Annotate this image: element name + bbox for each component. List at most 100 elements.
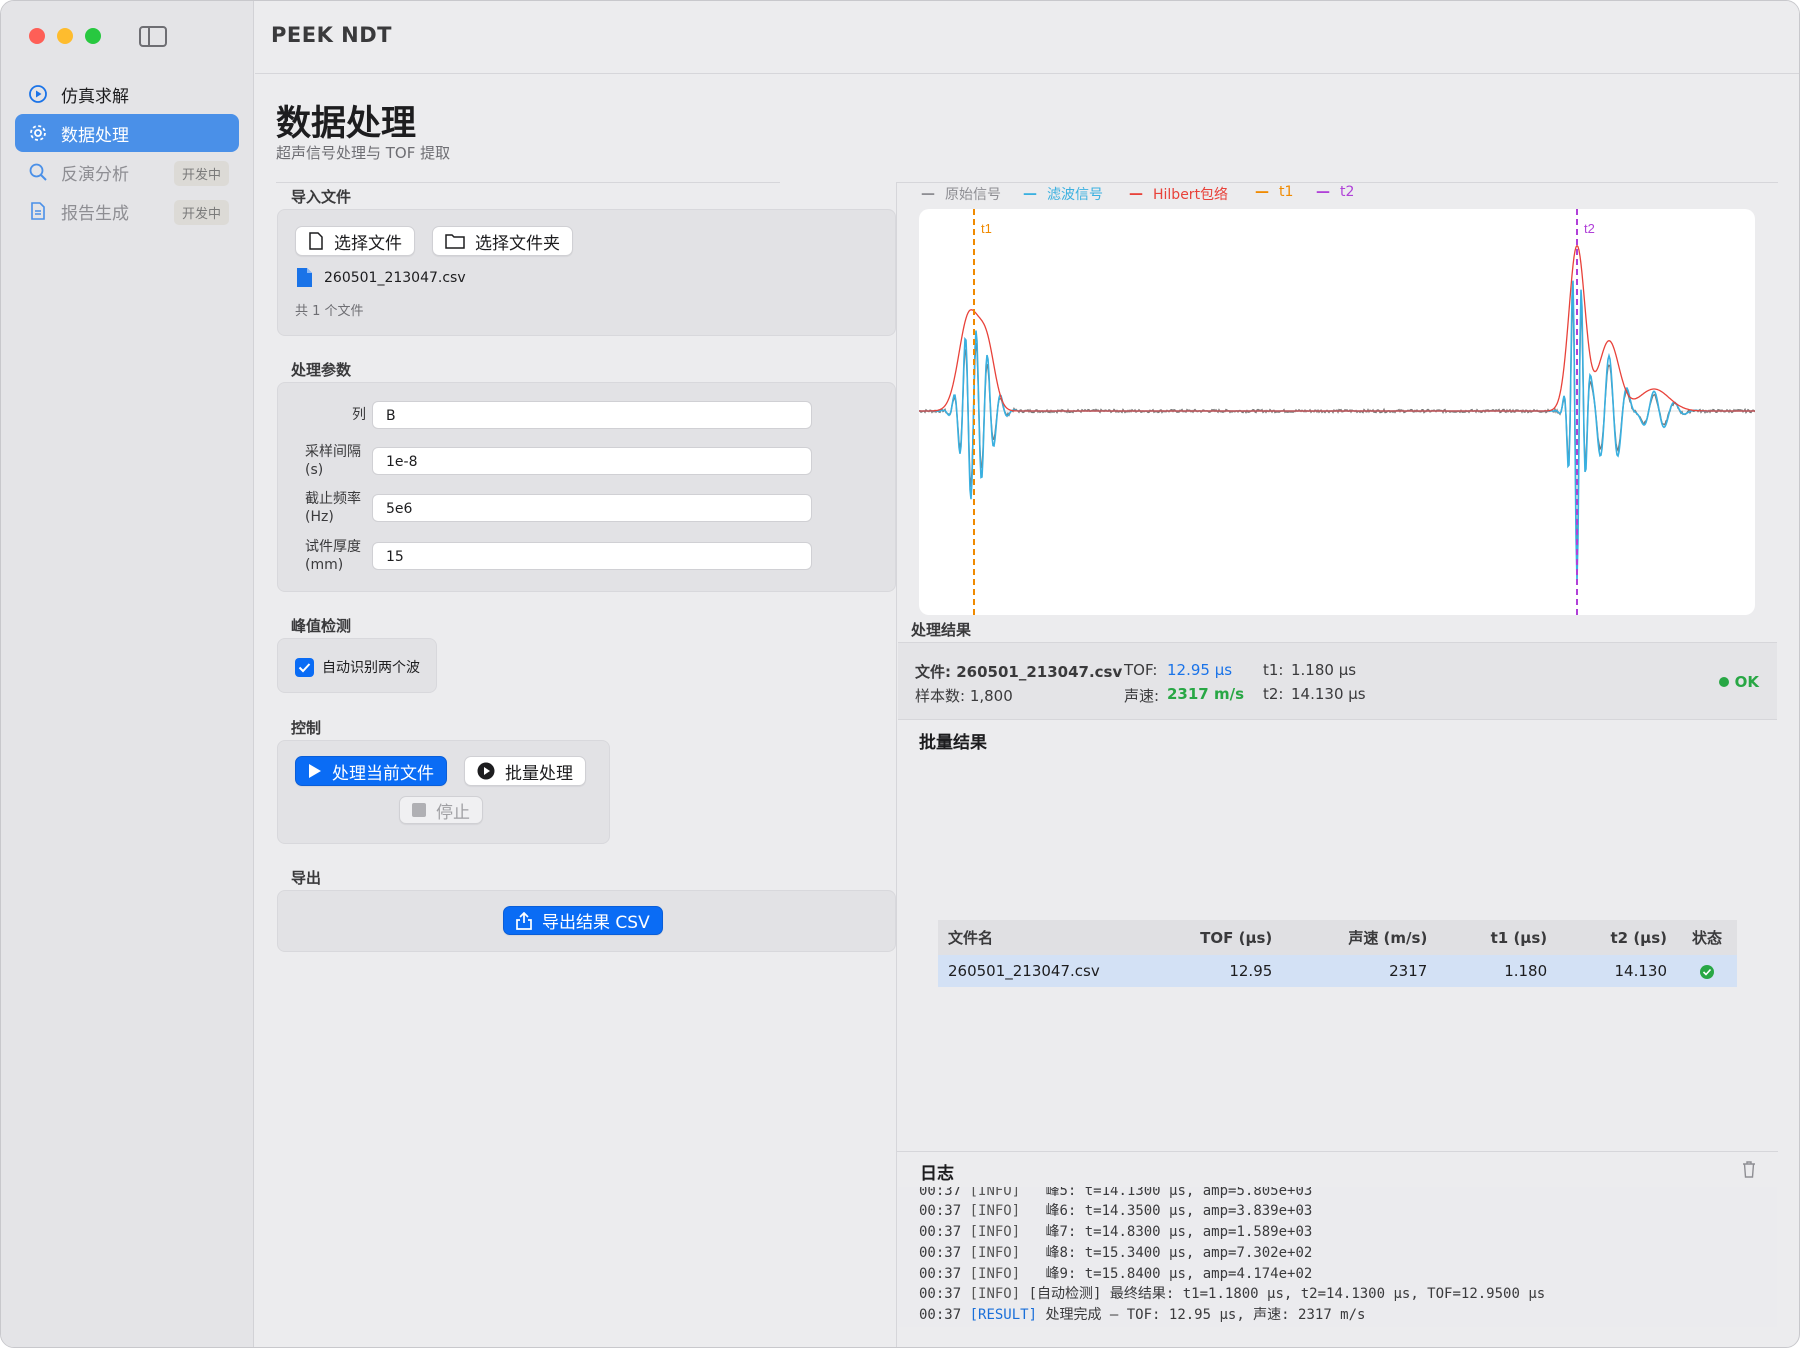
status-badge: 开发中	[173, 161, 229, 186]
gear-icon	[27, 122, 49, 144]
file-list-item[interactable]: 260501_213047.csv	[297, 268, 466, 287]
choose-folder-button[interactable]: 选择文件夹	[432, 226, 573, 256]
log-line: 00:37 [RESULT] 处理完成 — TOF: 12.95 µs, 声速:…	[919, 1307, 1366, 1323]
param-label: 截止频率 (Hz)	[305, 491, 361, 525]
process-current-button[interactable]: 处理当前文件	[295, 756, 447, 786]
choose-file-label: 选择文件	[334, 233, 402, 254]
log-line: 00:37 [INFO] 峰8: t=15.3400 µs, amp=7.302…	[919, 1245, 1313, 1261]
hilbert-envelope-line	[919, 244, 1755, 412]
play-circle-icon	[27, 83, 49, 105]
close-window-button[interactable]	[29, 28, 45, 44]
param-label: 试件厚度 (mm)	[305, 539, 361, 573]
column-field[interactable]: B	[372, 401, 812, 429]
sidebar-item-report[interactable]: 报告生成 开发中	[15, 192, 239, 230]
file-count: 共 1 个文件	[295, 304, 364, 319]
zoom-window-button[interactable]	[85, 28, 101, 44]
param-label: 列	[352, 407, 366, 423]
checkbox-checked-icon	[295, 657, 314, 677]
t1-value: 1.180 µs	[1291, 661, 1357, 679]
sampling-interval-field[interactable]: 1e-8	[372, 447, 812, 475]
sidebar-item-simulation[interactable]: 仿真求解	[15, 75, 239, 113]
export-csv-button[interactable]: 导出结果 CSV	[503, 906, 663, 935]
legend-label: t1	[1279, 184, 1294, 200]
legend-label: 原始信号	[945, 187, 1001, 203]
log-line: 00:37 [INFO] 峰9: t=15.8400 µs, amp=4.174…	[919, 1266, 1313, 1282]
speed-value: 2317 m/s	[1167, 685, 1245, 703]
stop-button[interactable]: 停止	[399, 796, 483, 824]
result-section-label: 处理结果	[911, 621, 972, 639]
cell-t2: 14.130	[1557, 955, 1677, 987]
sidebar-item-label: 仿真求解	[61, 86, 129, 107]
log-panel[interactable]: 00:37 [INFO] 峰5: t=14.1300 µs, amp=5.805…	[898, 1187, 1777, 1327]
column-header[interactable]: 声速 (m/s)	[1282, 920, 1438, 955]
trash-icon[interactable]	[1742, 1161, 1756, 1182]
t2-value: 14.130 µs	[1291, 685, 1366, 703]
column-header[interactable]: TOF (µs)	[1138, 920, 1283, 955]
sidebar-item-inversion[interactable]: 反演分析 开发中	[15, 153, 239, 191]
signal-chart[interactable]: t1 t2	[918, 209, 1756, 615]
sidebar-item-data-processing[interactable]: 数据处理	[15, 114, 239, 152]
batch-section-label: 批量结果	[919, 733, 987, 753]
log-section-label: 日志	[920, 1164, 954, 1184]
column-header[interactable]: t2 (µs)	[1557, 920, 1677, 955]
t1-label: t1:	[1263, 661, 1284, 679]
export-csv-label: 导出结果 CSV	[542, 913, 650, 933]
batch-results-table: 文件名 TOF (µs) 声速 (m/s) t1 (µs) t2 (µs) 状态…	[938, 920, 1737, 987]
tof-label: TOF:	[1124, 661, 1158, 679]
t2-label: t2:	[1263, 685, 1284, 703]
cell-t1: 1.180	[1437, 955, 1558, 987]
page-subtitle: 超声信号处理与 TOF 提取	[276, 144, 451, 162]
status-badge: 开发中	[173, 200, 229, 225]
file-icon	[308, 232, 324, 250]
legend-t1: — t1	[1255, 184, 1294, 200]
cell-filename: 260501_213047.csv	[938, 955, 1138, 987]
column-header[interactable]: 文件名	[938, 920, 1138, 955]
legend-raw: — 原始信号	[921, 186, 1001, 203]
batch-process-button[interactable]: 批量处理	[464, 756, 586, 786]
cutoff-frequency-field[interactable]: 5e6	[372, 494, 812, 522]
status-dot-icon	[1718, 677, 1729, 687]
auto-detect-label: 自动识别两个波	[322, 660, 420, 676]
t2-marker-label: t2	[1584, 221, 1595, 236]
play-icon	[308, 763, 322, 779]
process-current-label: 处理当前文件	[332, 763, 434, 784]
checkmark-circle-icon	[1700, 962, 1714, 980]
auto-detect-checkbox[interactable]: 自动识别两个波	[295, 657, 420, 677]
log-line: 00:37 [INFO] [自动检测] 最终结果: t1=1.1800 µs, …	[919, 1286, 1546, 1302]
legend-label: t2	[1340, 184, 1355, 200]
column-header[interactable]: 状态	[1677, 920, 1737, 955]
sidebar-item-label: 报告生成	[61, 203, 129, 224]
search-icon	[27, 161, 49, 183]
result-file: 文件: 260501_213047.csv	[915, 663, 1123, 681]
filtered-signal-line	[919, 280, 1755, 581]
control-panel: 处理当前文件 批量处理 停止	[277, 740, 610, 844]
peak-section-label: 峰值检测	[291, 617, 352, 635]
minimize-window-button[interactable]	[57, 28, 73, 44]
raw-signal-line	[918, 301, 1756, 555]
play-circle-icon	[477, 762, 495, 780]
csv-file-icon	[297, 268, 312, 287]
status-badge: OK	[1718, 673, 1759, 691]
signal-chart-svg: t1 t2	[918, 209, 1756, 615]
param-label: 采样间隔 (s)	[305, 444, 361, 478]
tof-value: 12.95 µs	[1167, 661, 1233, 679]
table-row[interactable]: 260501_213047.csv 12.95 2317 1.180 14.13…	[938, 955, 1737, 987]
sidebar-item-label: 数据处理	[61, 125, 129, 146]
choose-file-button[interactable]: 选择文件	[295, 226, 415, 256]
column-header[interactable]: t1 (µs)	[1437, 920, 1558, 955]
batch-process-label: 批量处理	[505, 763, 573, 784]
document-icon	[27, 200, 49, 222]
result-panel: 文件: 260501_213047.csv 样本数: 1,800 TOF: 12…	[898, 642, 1777, 720]
control-section-label: 控制	[291, 719, 322, 737]
cell-tof: 12.95	[1138, 955, 1283, 987]
export-section-label: 导出	[291, 869, 322, 887]
params-section-label: 处理参数	[291, 361, 352, 379]
sidebar-toggle-icon[interactable]	[139, 26, 167, 47]
thickness-field[interactable]: 15	[372, 542, 812, 570]
log-line: 00:37 [INFO] 峰5: t=14.1300 µs, amp=5.805…	[919, 1187, 1313, 1199]
stop-icon	[412, 803, 426, 817]
legend-filtered: — 滤波信号	[1023, 186, 1103, 203]
divider	[896, 182, 897, 1347]
app-window: 仿真求解 数据处理 反演分析 开发中 报告生成 开发中 PEEK NDT 数据处…	[0, 0, 1800, 1348]
params-panel: 列 B 采样间隔 (s) 1e-8 截止频率 (Hz) 5e6 试件厚度 (mm…	[277, 382, 896, 592]
